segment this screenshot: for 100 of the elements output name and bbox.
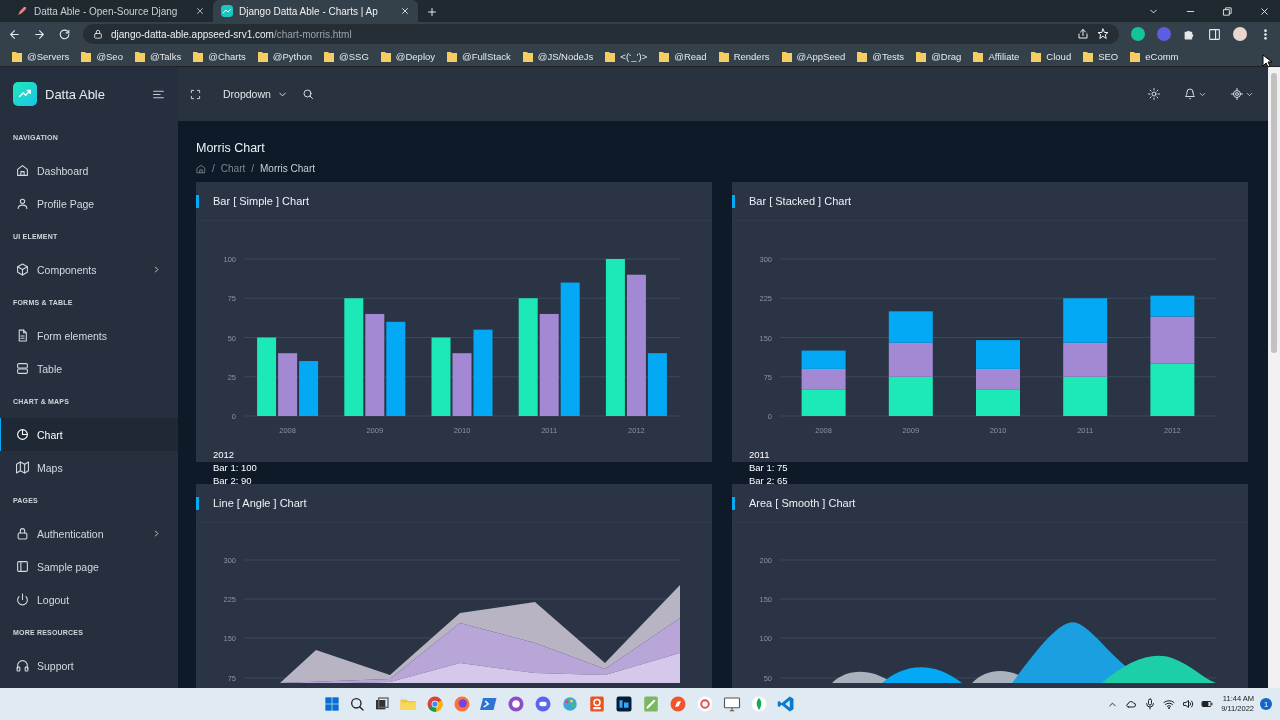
folder-icon [522, 50, 533, 62]
browser-tab[interactable]: Datta Able - Open-Source Djang [8, 0, 213, 22]
sidebar-item[interactable]: Table [0, 352, 178, 385]
speaker-icon[interactable] [1182, 698, 1195, 710]
fullscreen-icon[interactable] [190, 88, 201, 100]
plus-icon[interactable] [426, 6, 438, 18]
sun-icon[interactable] [1148, 88, 1160, 100]
restore-icon[interactable] [1222, 6, 1233, 17]
folder-icon [1130, 50, 1141, 62]
sidebar-item[interactable]: Form elements [0, 319, 178, 352]
sidebar-item[interactable]: Maps [0, 451, 178, 484]
brand-name: Datta Able [45, 86, 106, 102]
bookmark-folder[interactable]: @SSG [324, 49, 369, 63]
terminal-icon[interactable] [480, 695, 499, 713]
folder-icon [1031, 50, 1042, 62]
bookmark-folder[interactable]: eComm [1130, 49, 1179, 63]
start-icon[interactable] [324, 696, 341, 712]
bookmark-folder[interactable]: @Python [257, 49, 313, 63]
bookmark-folder[interactable]: Renders [718, 49, 770, 63]
search-icon[interactable] [301, 88, 314, 100]
sidebar-item[interactable]: Chart [0, 418, 178, 451]
sidebar-item[interactable]: Profile Page [0, 187, 178, 220]
scrollbar[interactable] [1268, 67, 1280, 688]
sidebar-item[interactable]: Dashboard [0, 154, 178, 187]
home-icon[interactable] [196, 163, 206, 174]
folder-icon [781, 50, 792, 62]
close-icon[interactable] [400, 6, 410, 16]
close-icon[interactable] [1259, 6, 1270, 17]
leaf-icon[interactable] [750, 695, 769, 713]
bookmark-folder[interactable]: @FullStack [447, 49, 511, 63]
close-icon[interactable] [195, 6, 205, 16]
task-view-icon[interactable] [374, 696, 391, 712]
folder-icon [605, 50, 616, 62]
address-bar[interactable]: django-datta-able.appseed-srv1.com/chart-morris.html [83, 24, 1119, 44]
card-title: Area [ Smooth ] Chart [749, 497, 856, 509]
bar [1063, 298, 1108, 343]
bookmark-folder[interactable]: @Charts [193, 49, 246, 63]
user-icon [16, 197, 29, 210]
breadcrumb-link[interactable]: Chart [220, 163, 246, 174]
notification-button[interactable] [1184, 88, 1207, 100]
bookmark-folder[interactable]: SEO [1083, 49, 1119, 63]
bookmark-folder[interactable]: @Talks [134, 49, 182, 63]
chart-icon [221, 5, 233, 17]
table-icon [16, 362, 29, 375]
back-icon[interactable] [8, 27, 21, 41]
monitor-icon[interactable] [723, 695, 742, 713]
bar [888, 342, 933, 377]
sidebar-item[interactable]: Sample page [0, 550, 178, 583]
microphone-icon[interactable] [1144, 698, 1157, 710]
bookmark-folder[interactable]: @JS/NodeJs [522, 49, 594, 63]
star-icon[interactable] [1097, 28, 1109, 40]
tooltip-text: Bar 2: 90 [213, 474, 253, 487]
side-panel-icon[interactable] [1208, 27, 1221, 41]
tooltip-text: 2011 [749, 448, 771, 461]
sidebar-item[interactable]: Support [0, 649, 178, 682]
folder-icon [447, 50, 458, 62]
reload-icon[interactable] [58, 27, 71, 41]
bar [801, 368, 846, 390]
bar [801, 350, 846, 369]
breadcrumb-link[interactable]: Morris Chart [260, 163, 316, 174]
breadcrumb-separator: / [212, 163, 215, 174]
sidebar-item[interactable]: Logout [0, 583, 178, 616]
folder-icon [193, 50, 204, 62]
bookmark-folder[interactable]: Affiliate [973, 49, 1020, 63]
bookmark-folder[interactable]: @Drag [916, 49, 962, 63]
forward-icon[interactable] [33, 27, 46, 41]
bookmark-folder[interactable]: @Deploy [380, 49, 436, 63]
bell-icon [1184, 88, 1196, 100]
browser-icon[interactable] [426, 695, 445, 713]
sidebar-item[interactable]: Components [0, 253, 178, 286]
dropdown-button[interactable]: Dropdown [219, 86, 292, 102]
palette-icon[interactable] [561, 695, 580, 713]
sidebar-item[interactable]: Authentication [0, 517, 178, 550]
avatar[interactable] [1233, 27, 1247, 41]
share-icon[interactable] [1077, 28, 1089, 40]
extension-icon[interactable] [1131, 27, 1145, 41]
headset-icon [16, 659, 29, 672]
folder-icon [12, 50, 22, 62]
battery-icon[interactable] [1201, 698, 1214, 710]
settings-icon [1231, 88, 1243, 100]
bookmark-folder[interactable]: @Read [659, 49, 707, 63]
cloud-icon[interactable] [1125, 698, 1138, 710]
bookmark-folder[interactable]: <(‘_’)> [605, 49, 648, 63]
settings-button[interactable] [1231, 88, 1254, 100]
bar [888, 376, 933, 416]
bookmark-folder[interactable]: @Tests [857, 49, 905, 63]
browser-tab[interactable]: Django Datta Able - Charts | Ap [213, 0, 418, 22]
search-icon[interactable] [349, 696, 366, 712]
rocket-icon [16, 5, 28, 17]
tooltip-text: Bar 1: 75 [749, 461, 788, 474]
wifi-icon[interactable] [1163, 698, 1176, 710]
bookmark-folder[interactable]: @AppSeed [781, 49, 846, 63]
bar [976, 368, 1020, 390]
bookmark-folder[interactable]: Cloud [1031, 49, 1072, 63]
bookmark-folder[interactable]: @Servers [12, 49, 70, 63]
folder-icon [659, 50, 670, 62]
bookmark-folder[interactable]: @Seo [81, 49, 123, 63]
document-icon [16, 329, 29, 342]
folder-icon [973, 50, 984, 62]
compass-icon[interactable] [669, 695, 688, 713]
